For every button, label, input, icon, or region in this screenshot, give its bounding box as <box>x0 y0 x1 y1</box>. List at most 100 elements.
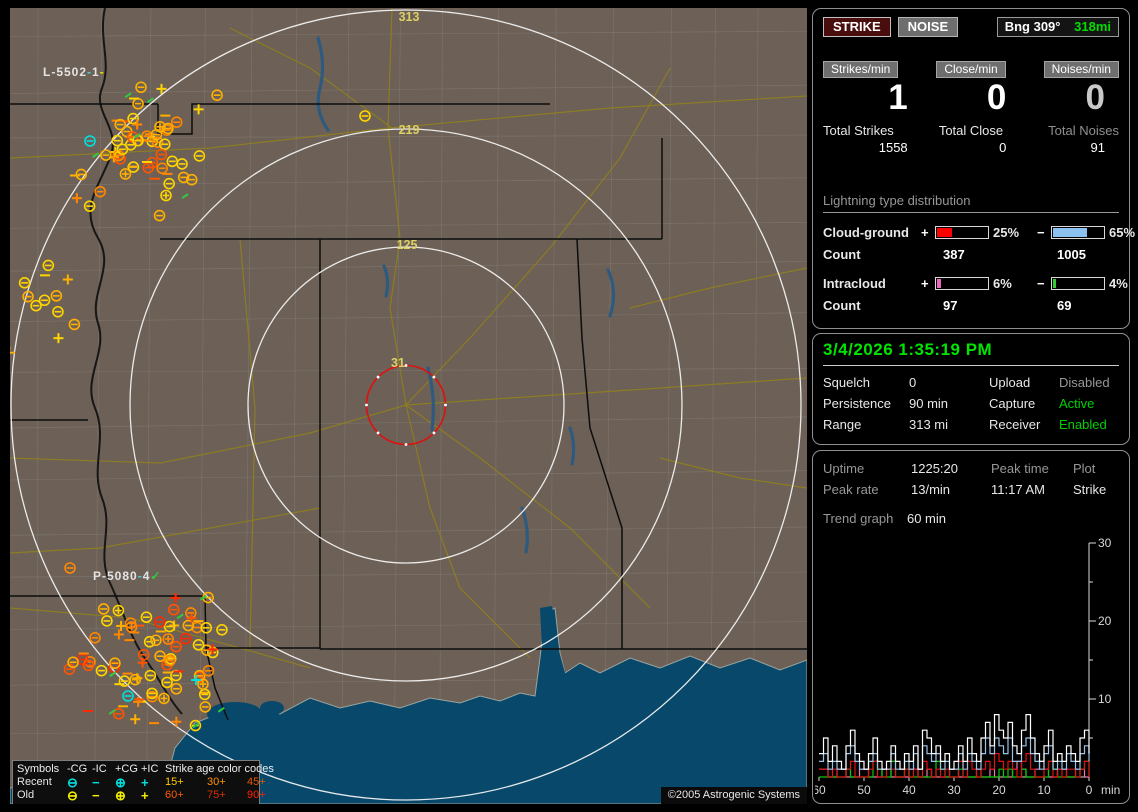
strike-symbol-cm <box>179 632 192 645</box>
trend-graph-chart: 10 20 30 60 50 40 30 20 10 0 min <box>815 536 1120 797</box>
status-cell: 313 mi <box>909 417 949 432</box>
trend-graph-label: Trend graph <box>823 511 894 526</box>
strike-symbol-cm <box>42 259 55 272</box>
trend-x-tick: 10 <box>1037 783 1051 797</box>
total-noises-value: 91 <box>1090 140 1105 155</box>
ic-plus-count: 97 <box>943 298 958 313</box>
trend-y-tick: 30 <box>1098 536 1112 550</box>
strike-symbol-cm <box>150 634 162 647</box>
strike-symbol-plus <box>132 119 143 130</box>
strike-symbol-plus <box>193 104 204 115</box>
trend-x-tick: 20 <box>992 783 1006 797</box>
strike-symbol-cm <box>170 682 183 695</box>
trend-y-tick: 20 <box>1098 614 1112 628</box>
session-cell: Uptime <box>823 461 865 476</box>
strike-symbol-cm <box>199 701 212 713</box>
strike-symbol-cm <box>166 155 179 168</box>
total-strikes-label: Total Strikes <box>823 123 894 138</box>
cg-plus-pct: 25% <box>993 225 1020 240</box>
strike-symbol-cm <box>64 562 76 574</box>
strike-symbol-plus <box>116 620 127 631</box>
age-code: 60+ <box>165 789 184 801</box>
status-cell: 0 <box>909 375 917 390</box>
datetime-display: 3/4/2026 1:35:19 PM <box>823 340 1119 366</box>
strike-symbol-cm <box>89 631 101 644</box>
strike-symbol-cm <box>192 639 205 651</box>
strike-symbol-cm <box>211 89 223 102</box>
ic-minus-bar <box>1051 277 1105 290</box>
total-close-label: Total Close <box>938 123 1004 138</box>
strike-symbol-cm <box>135 81 147 94</box>
strike-symbol-cm <box>163 620 176 633</box>
strike-symbol-cm <box>122 690 134 702</box>
strike-symbol-cm <box>101 615 113 627</box>
strike-symbol-icon: ⊕ <box>115 788 126 803</box>
status-cell: Capture <box>989 396 1036 411</box>
strike-symbol-cm <box>168 603 180 616</box>
status-cell: Disabled <box>1059 375 1110 390</box>
strike-symbol-cm <box>129 673 141 686</box>
trend-x-unit: min <box>1101 783 1120 797</box>
cg-minus-pct: 65% <box>1109 225 1136 240</box>
close-per-min-value: 0 <box>986 78 1007 117</box>
total-strikes-value: 1558 <box>878 140 908 155</box>
ic-minus-count: 69 <box>1057 298 1072 313</box>
strike-symbol-cm <box>170 116 183 129</box>
strike-symbol-icon: + <box>141 788 149 803</box>
noise-button[interactable]: NOISE <box>897 17 959 37</box>
session-cell: 13/min <box>911 482 951 497</box>
strike-symbol-cm <box>38 294 51 307</box>
trend-graph-window: 60 min <box>906 511 946 526</box>
map-legend: Symbols -CG -IC +CG +IC Strike age color code… <box>12 760 274 804</box>
status-cell: Squelch <box>823 375 870 390</box>
trend-y-tick: 10 <box>1098 692 1112 706</box>
strike-symbol-cm <box>22 290 34 303</box>
bearing-label: Bng 309° <box>1004 19 1061 34</box>
strike-symbol-cm <box>176 158 188 170</box>
strike-symbol-cm <box>18 277 31 289</box>
intracloud-label: Intracloud <box>823 276 886 291</box>
strike-symbol-cm <box>153 209 166 222</box>
trend-x-tick: 0 <box>1086 783 1093 797</box>
strike-symbol-cm <box>359 110 371 122</box>
strike-symbol-plus <box>62 274 73 285</box>
strike-symbol-cp <box>119 168 132 180</box>
range-ring-label: 219 <box>399 123 420 137</box>
strike-symbol-cm <box>202 664 215 677</box>
status-grid: Squelch 0 Upload Disabled Persistence 90 min C… <box>823 375 1119 432</box>
bearing-distance: 318mi <box>1074 19 1111 34</box>
status-cell: Receiver <box>989 417 1041 432</box>
noises-per-min-label: Noises/min <box>1043 61 1119 78</box>
stats-panel: STRIKE NOISE Bng 309° 318mi Strikes/min … <box>812 8 1135 329</box>
strike-symbol-cm <box>216 624 228 636</box>
close-per-min-label: Close/min <box>936 61 1006 78</box>
strike-symbol-cm <box>193 150 206 162</box>
trend-x-tick: 60 <box>815 783 826 797</box>
strike-symbol-plus <box>130 714 141 725</box>
status-cell: Active <box>1059 396 1095 411</box>
strike-symbol-cm <box>50 290 63 302</box>
ic-minus-pct: 4% <box>1109 276 1128 291</box>
status-cell: Upload <box>989 375 1031 390</box>
status-cell: Persistence <box>823 396 891 411</box>
map-panel[interactable]: 313 219 125 31 L-5502-1- P-5080-4✓ Symbols -CG… <box>10 8 807 804</box>
session-cell: 11:17 AM <box>991 482 1045 497</box>
legend-row-label: Old <box>17 789 35 801</box>
cloud-ground-label: Cloud-ground <box>823 225 909 240</box>
storm-cell-label: P-5080-4✓ <box>93 569 161 583</box>
trend-x-tick: 50 <box>857 783 871 797</box>
cg-plus-count: 387 <box>943 247 965 262</box>
session-cell: Plot <box>1073 461 1096 476</box>
strike-symbol-cp <box>158 692 170 705</box>
total-close-value: 0 <box>999 140 1007 155</box>
strike-symbol-icon: − <box>92 788 100 803</box>
range-ring-label: 31 <box>391 356 405 370</box>
session-panel: Uptime 1225:20 Peak time Plot Peak rate 13/mi… <box>812 450 1130 804</box>
strike-symbol-cm <box>156 162 168 175</box>
strike-symbol-cm <box>95 664 108 677</box>
range-ring-label: 125 <box>397 238 418 252</box>
session-cell: Peak rate <box>823 482 879 497</box>
cg-minus-count: 1005 <box>1057 247 1086 262</box>
total-noises-label: Total Noises <box>1048 123 1119 138</box>
strike-button[interactable]: STRIKE <box>823 17 891 37</box>
